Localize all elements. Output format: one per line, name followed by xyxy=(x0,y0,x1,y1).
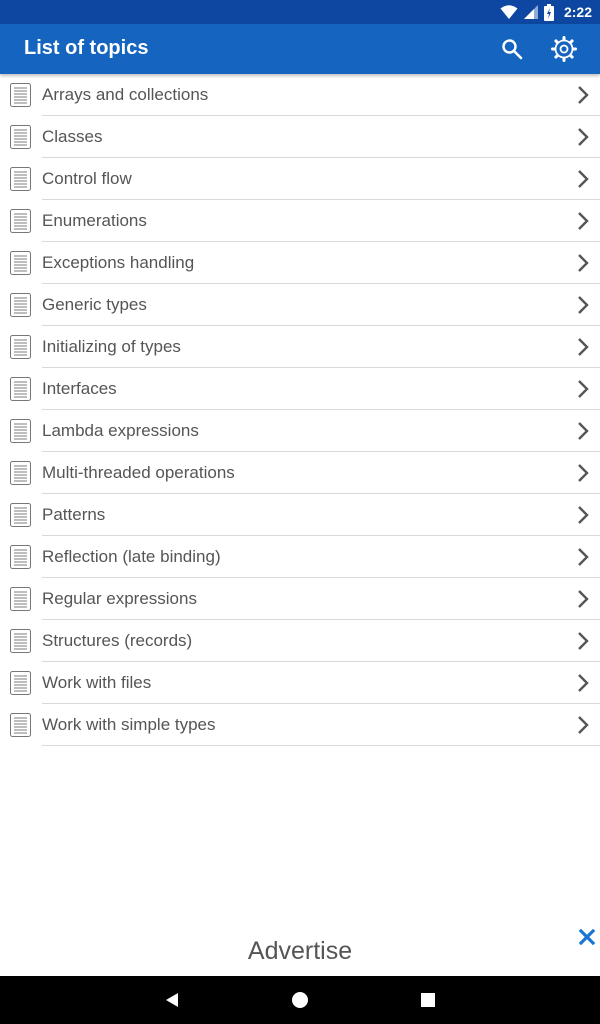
settings-button[interactable] xyxy=(549,34,579,64)
topic-label: Work with files xyxy=(42,673,152,692)
topic-item[interactable]: Arrays and collections xyxy=(0,74,600,116)
chevron-right-icon xyxy=(578,212,589,230)
document-icon xyxy=(10,83,31,107)
document-icon xyxy=(10,419,31,443)
chevron-right-icon xyxy=(578,128,589,146)
status-time: 2:22 xyxy=(563,4,592,20)
chevron-right-icon xyxy=(578,506,589,524)
topic-item[interactable]: Regular expressions xyxy=(0,578,600,620)
document-icon xyxy=(10,461,31,485)
topic-label: Enumerations xyxy=(42,211,147,230)
system-nav-bar xyxy=(0,976,600,1024)
recents-icon xyxy=(421,993,435,1007)
topic-item[interactable]: Exceptions handling xyxy=(0,242,600,284)
chevron-right-icon xyxy=(578,590,589,608)
topic-item[interactable]: Reflection (late binding) xyxy=(0,536,600,578)
topic-label: Work with simple types xyxy=(42,715,216,734)
topic-label: Control flow xyxy=(42,169,132,188)
topic-item[interactable]: Generic types xyxy=(0,284,600,326)
chevron-right-icon xyxy=(578,716,589,734)
document-icon xyxy=(10,209,31,233)
topic-item[interactable]: Interfaces xyxy=(0,368,600,410)
topic-label: Generic types xyxy=(42,295,147,314)
topic-item[interactable]: Work with simple types xyxy=(0,704,600,746)
chevron-right-icon xyxy=(578,254,589,272)
page-title: List of topics xyxy=(24,37,149,59)
document-icon xyxy=(10,629,31,653)
topic-label: Regular expressions xyxy=(42,589,197,608)
document-icon xyxy=(10,671,31,695)
document-icon xyxy=(10,293,31,317)
document-icon xyxy=(10,125,31,149)
chevron-right-icon xyxy=(578,632,589,650)
chevron-right-icon xyxy=(578,674,589,692)
chevron-right-icon xyxy=(578,338,589,356)
topic-item[interactable]: Work with files xyxy=(0,662,600,704)
topic-label: Exceptions handling xyxy=(42,253,195,272)
chevron-right-icon xyxy=(578,86,589,104)
topic-label: Classes xyxy=(42,127,103,146)
document-icon xyxy=(10,377,31,401)
topic-item[interactable]: Classes xyxy=(0,116,600,158)
ad-banner-label[interactable]: Advertise xyxy=(0,937,600,966)
signal-icon xyxy=(523,5,538,19)
topic-label: Arrays and collections xyxy=(42,85,209,104)
back-button[interactable] xyxy=(160,988,184,1012)
document-icon xyxy=(10,587,31,611)
topic-item[interactable]: Control flow xyxy=(0,158,600,200)
topic-label: Interfaces xyxy=(42,379,117,398)
document-icon xyxy=(10,503,31,527)
chevron-right-icon xyxy=(578,422,589,440)
battery-icon xyxy=(543,3,554,21)
status-bar: 2:22 xyxy=(0,0,600,24)
topic-item[interactable]: Multi-threaded operations xyxy=(0,452,600,494)
recents-button[interactable] xyxy=(416,988,440,1012)
search-button[interactable] xyxy=(497,34,527,64)
topic-item[interactable]: Initializing of types xyxy=(0,326,600,368)
document-icon xyxy=(10,545,31,569)
home-icon xyxy=(292,992,308,1008)
chevron-right-icon xyxy=(578,380,589,398)
search-icon xyxy=(502,39,523,60)
chevron-right-icon xyxy=(578,170,589,188)
document-icon xyxy=(10,335,31,359)
wifi-icon xyxy=(500,5,518,19)
topic-item[interactable]: Patterns xyxy=(0,494,600,536)
chevron-right-icon xyxy=(578,548,589,566)
app-bar: List of topics xyxy=(0,24,600,74)
document-icon xyxy=(10,167,31,191)
divider xyxy=(42,745,600,746)
topics-list: Arrays and collections Classes Control f… xyxy=(0,74,600,746)
close-icon[interactable] xyxy=(578,928,596,946)
topic-label: Patterns xyxy=(42,505,106,524)
back-icon xyxy=(166,993,178,1007)
topic-item[interactable]: Enumerations xyxy=(0,200,600,242)
topic-label: Initializing of types xyxy=(42,337,181,356)
chevron-right-icon xyxy=(578,464,589,482)
document-icon xyxy=(10,713,31,737)
topic-label: Multi-threaded operations xyxy=(42,463,235,482)
topic-label: Lambda expressions xyxy=(42,421,199,440)
topic-item[interactable]: Structures (records) xyxy=(0,620,600,662)
topic-item[interactable]: Lambda expressions xyxy=(0,410,600,452)
chevron-right-icon xyxy=(578,296,589,314)
home-button[interactable] xyxy=(288,988,312,1012)
topic-label: Structures (records) xyxy=(42,631,193,650)
settings-icon xyxy=(551,36,577,62)
document-icon xyxy=(10,251,31,275)
topic-label: Reflection (late binding) xyxy=(42,547,221,566)
